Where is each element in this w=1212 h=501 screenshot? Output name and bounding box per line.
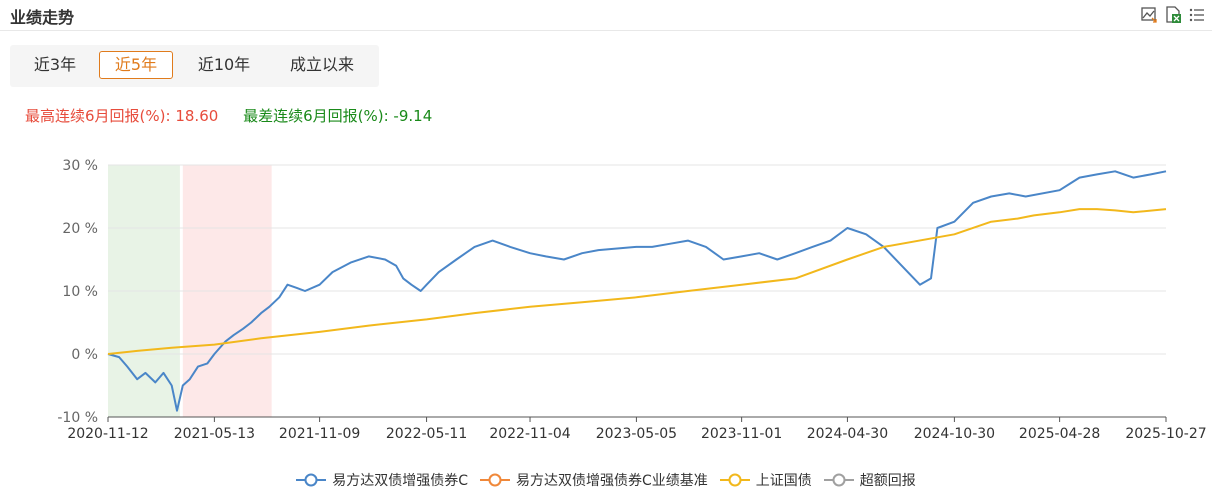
y-tick-label: 30 % xyxy=(62,158,98,174)
x-tick-label: 2023-11-01 xyxy=(701,426,782,442)
x-tick-label: 2020-11-12 xyxy=(67,426,148,442)
x-tick-label: 2021-11-09 xyxy=(279,426,360,442)
legend-marker-icon xyxy=(823,473,854,487)
legend-item-2[interactable]: 上证国债 xyxy=(719,470,812,490)
legend-label: 易方达双债增强债券C业绩基准 xyxy=(516,473,708,489)
legend-marker-icon xyxy=(719,473,750,487)
y-tick-label: -10 % xyxy=(57,410,98,426)
x-tick-label: 2021-05-13 xyxy=(174,426,255,442)
legend-label: 易方达双债增强债券C xyxy=(332,473,468,489)
y-tick-label: 0 % xyxy=(71,347,98,363)
x-tick-label: 2023-05-05 xyxy=(596,426,677,442)
legend-marker-icon xyxy=(296,473,327,487)
x-tick-label: 2024-04-30 xyxy=(807,426,888,442)
x-tick-label: 2022-11-04 xyxy=(489,426,570,442)
legend-item-1[interactable]: 易方达双债增强债券C业绩基准 xyxy=(480,470,708,490)
x-tick-label: 2025-10-27 xyxy=(1125,426,1206,442)
chart-legend: 易方达双债增强债券C 易方达双债增强债券C业绩基准 上证国债 超额回报 xyxy=(0,470,1212,491)
legend-marker-icon xyxy=(480,473,510,487)
y-tick-label: 10 % xyxy=(62,284,98,300)
y-tick-label: 20 % xyxy=(62,221,98,237)
x-tick-label: 2025-04-28 xyxy=(1019,426,1100,442)
legend-label: 上证国债 xyxy=(755,473,812,489)
performance-chart: 30 % 20 % 10 % 0 % -10 %2020-11-12 2021-05-13… xyxy=(57,158,1206,442)
legend-item-0[interactable]: 易方达双债增强债券C xyxy=(296,470,468,490)
legend-label: 超额回报 xyxy=(859,473,916,489)
x-tick-label: 2024-10-30 xyxy=(914,426,995,442)
x-tick-label: 2022-05-11 xyxy=(386,426,467,442)
legend-item-3[interactable]: 超额回报 xyxy=(823,470,916,490)
